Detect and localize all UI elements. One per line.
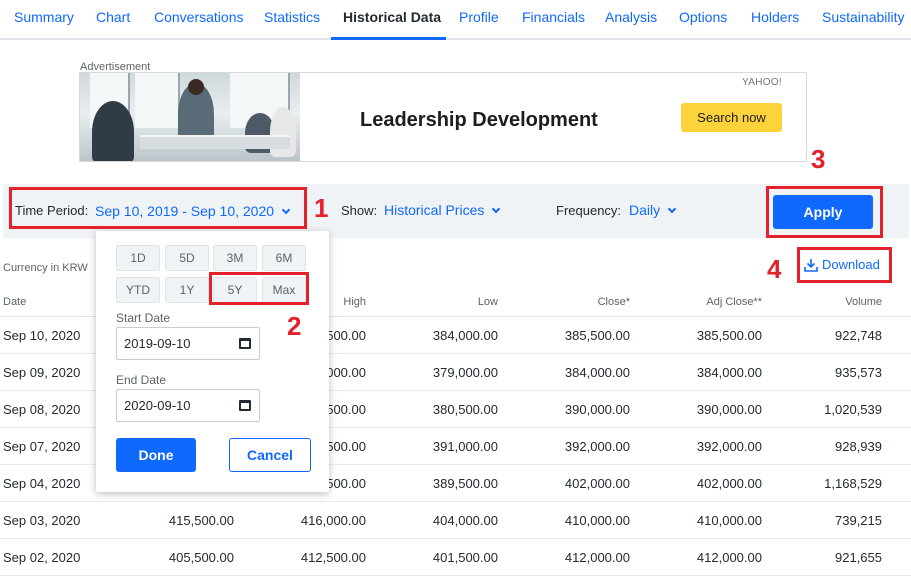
cell-low: 380,500.00 bbox=[432, 402, 498, 417]
cell-date: Sep 08, 2020 bbox=[3, 402, 81, 417]
cell-close: 385,500.00 bbox=[564, 328, 630, 343]
ad-brand: YAHOO! bbox=[742, 77, 782, 88]
tab-sustainability[interactable]: Sustainability bbox=[822, 9, 905, 25]
cell-low: 384,000.00 bbox=[432, 328, 498, 343]
cell-adj-close: 384,000.00 bbox=[696, 365, 762, 380]
cell-date: Sep 03, 2020 bbox=[3, 513, 81, 528]
cell-adj-close: 410,000.00 bbox=[696, 513, 762, 528]
download-link[interactable]: Download bbox=[804, 257, 880, 272]
cell-close: 410,000.00 bbox=[564, 513, 630, 528]
range-max-button[interactable]: Max bbox=[262, 277, 306, 303]
cancel-button[interactable]: Cancel bbox=[229, 438, 311, 472]
chevron-down-icon bbox=[667, 204, 677, 214]
annotation-number: 3 bbox=[811, 144, 826, 174]
apply-button[interactable]: Apply bbox=[773, 195, 873, 229]
tab-historical-data[interactable]: Historical Data bbox=[343, 9, 441, 25]
cell-adj-close: 412,000.00 bbox=[696, 550, 762, 565]
cell-date: Sep 04, 2020 bbox=[3, 476, 81, 491]
range-1y-button[interactable]: 1Y bbox=[165, 277, 209, 303]
column-header-low: Low bbox=[477, 296, 498, 308]
tab-chart[interactable]: Chart bbox=[96, 9, 130, 25]
cell-low: 391,000.00 bbox=[432, 439, 498, 454]
ad-banner[interactable]: YAHOO! Leadership Development Search now bbox=[79, 72, 807, 162]
range-6m-button[interactable]: 6M bbox=[262, 245, 306, 271]
calendar-icon[interactable] bbox=[239, 400, 251, 411]
column-header-volume: Volume bbox=[845, 296, 882, 308]
date-range-popup: 1D 5D 3M 6M YTD 1Y 5Y Max Start Date 201… bbox=[96, 231, 329, 492]
range-5y-button[interactable]: 5Y bbox=[213, 277, 257, 303]
ad-photo bbox=[80, 73, 300, 161]
active-tab-indicator bbox=[331, 37, 446, 40]
cell-volume: 739,215 bbox=[835, 513, 882, 528]
cell-date: Sep 02, 2020 bbox=[3, 550, 81, 565]
column-header-high: High bbox=[343, 296, 366, 308]
tab-financials[interactable]: Financials bbox=[522, 9, 585, 25]
cell-volume: 922,748 bbox=[835, 328, 882, 343]
start-date-label: Start Date bbox=[116, 311, 171, 325]
chevron-down-icon bbox=[281, 205, 291, 215]
currency-note: Currency in KRW bbox=[3, 262, 88, 274]
range-ytd-button[interactable]: YTD bbox=[116, 277, 160, 303]
done-button[interactable]: Done bbox=[116, 438, 196, 472]
ad-headline: Leadership Development bbox=[360, 109, 598, 131]
range-5d-button[interactable]: 5D bbox=[165, 245, 209, 271]
cell-date: Sep 07, 2020 bbox=[3, 439, 81, 454]
tab-profile[interactable]: Profile bbox=[459, 9, 499, 25]
column-header-date: Date bbox=[3, 296, 27, 308]
cell-close: 392,000.00 bbox=[564, 439, 630, 454]
end-date-label: End Date bbox=[116, 373, 167, 387]
chevron-down-icon bbox=[492, 204, 501, 214]
frequency-label: Frequency: bbox=[556, 203, 622, 218]
cell-low: 404,000.00 bbox=[432, 513, 498, 528]
show-label: Show: bbox=[341, 203, 378, 218]
quote-nav: Summary Chart Conversations Statistics H… bbox=[0, 0, 911, 40]
column-header-close: Close* bbox=[597, 296, 630, 308]
table-row: Sep 02, 2020 405,500.00 412,500.00 401,5… bbox=[0, 539, 911, 576]
download-icon bbox=[804, 259, 818, 272]
cell-close: 390,000.00 bbox=[564, 402, 630, 417]
tab-conversations[interactable]: Conversations bbox=[154, 9, 244, 25]
cell-close: 402,000.00 bbox=[564, 476, 630, 491]
show-dropdown[interactable]: Historical Prices bbox=[384, 202, 501, 218]
annotation-number: 4 bbox=[767, 254, 782, 284]
tab-summary[interactable]: Summary bbox=[14, 9, 74, 25]
tab-analysis[interactable]: Analysis bbox=[605, 9, 657, 25]
cell-high: 416,000.00 bbox=[300, 513, 366, 528]
time-period-dropdown[interactable]: Sep 10, 2019 - Sep 10, 2020 bbox=[95, 203, 291, 219]
column-header-adj-close: Adj Close** bbox=[706, 296, 762, 308]
cell-open: 415,500.00 bbox=[168, 513, 234, 528]
calendar-icon[interactable] bbox=[239, 338, 251, 349]
cell-volume: 1,020,539 bbox=[824, 402, 882, 417]
cell-adj-close: 402,000.00 bbox=[696, 476, 762, 491]
tab-statistics[interactable]: Statistics bbox=[264, 9, 320, 25]
frequency-dropdown[interactable]: Daily bbox=[629, 202, 677, 218]
range-3m-button[interactable]: 3M bbox=[213, 245, 257, 271]
cell-low: 389,500.00 bbox=[432, 476, 498, 491]
cell-adj-close: 392,000.00 bbox=[696, 439, 762, 454]
time-period-label: Time Period: bbox=[15, 203, 89, 218]
cell-adj-close: 385,500.00 bbox=[696, 328, 762, 343]
annotation-number: 1 bbox=[314, 193, 329, 223]
annotation-number: 2 bbox=[287, 311, 302, 341]
cell-adj-close: 390,000.00 bbox=[696, 402, 762, 417]
end-date-input[interactable]: 2020-09-10 bbox=[116, 389, 260, 422]
cell-volume: 928,939 bbox=[835, 439, 882, 454]
tab-holders[interactable]: Holders bbox=[751, 9, 799, 25]
cell-low: 379,000.00 bbox=[432, 365, 498, 380]
cell-close: 384,000.00 bbox=[564, 365, 630, 380]
tab-options[interactable]: Options bbox=[679, 9, 727, 25]
ad-search-now-button[interactable]: Search now bbox=[681, 103, 782, 132]
table-row: Sep 03, 2020 415,500.00 416,000.00 404,0… bbox=[0, 502, 911, 539]
cell-date: Sep 09, 2020 bbox=[3, 365, 81, 380]
cell-low: 401,500.00 bbox=[432, 550, 498, 565]
start-date-input[interactable]: 2019-09-10 bbox=[116, 327, 260, 360]
cell-high: 412,500.00 bbox=[300, 550, 366, 565]
cell-volume: 921,655 bbox=[835, 550, 882, 565]
cell-open: 405,500.00 bbox=[168, 550, 234, 565]
cell-volume: 1,168,529 bbox=[824, 476, 882, 491]
cell-date: Sep 10, 2020 bbox=[3, 328, 81, 343]
range-1d-button[interactable]: 1D bbox=[116, 245, 160, 271]
cell-volume: 935,573 bbox=[835, 365, 882, 380]
cell-close: 412,000.00 bbox=[564, 550, 630, 565]
